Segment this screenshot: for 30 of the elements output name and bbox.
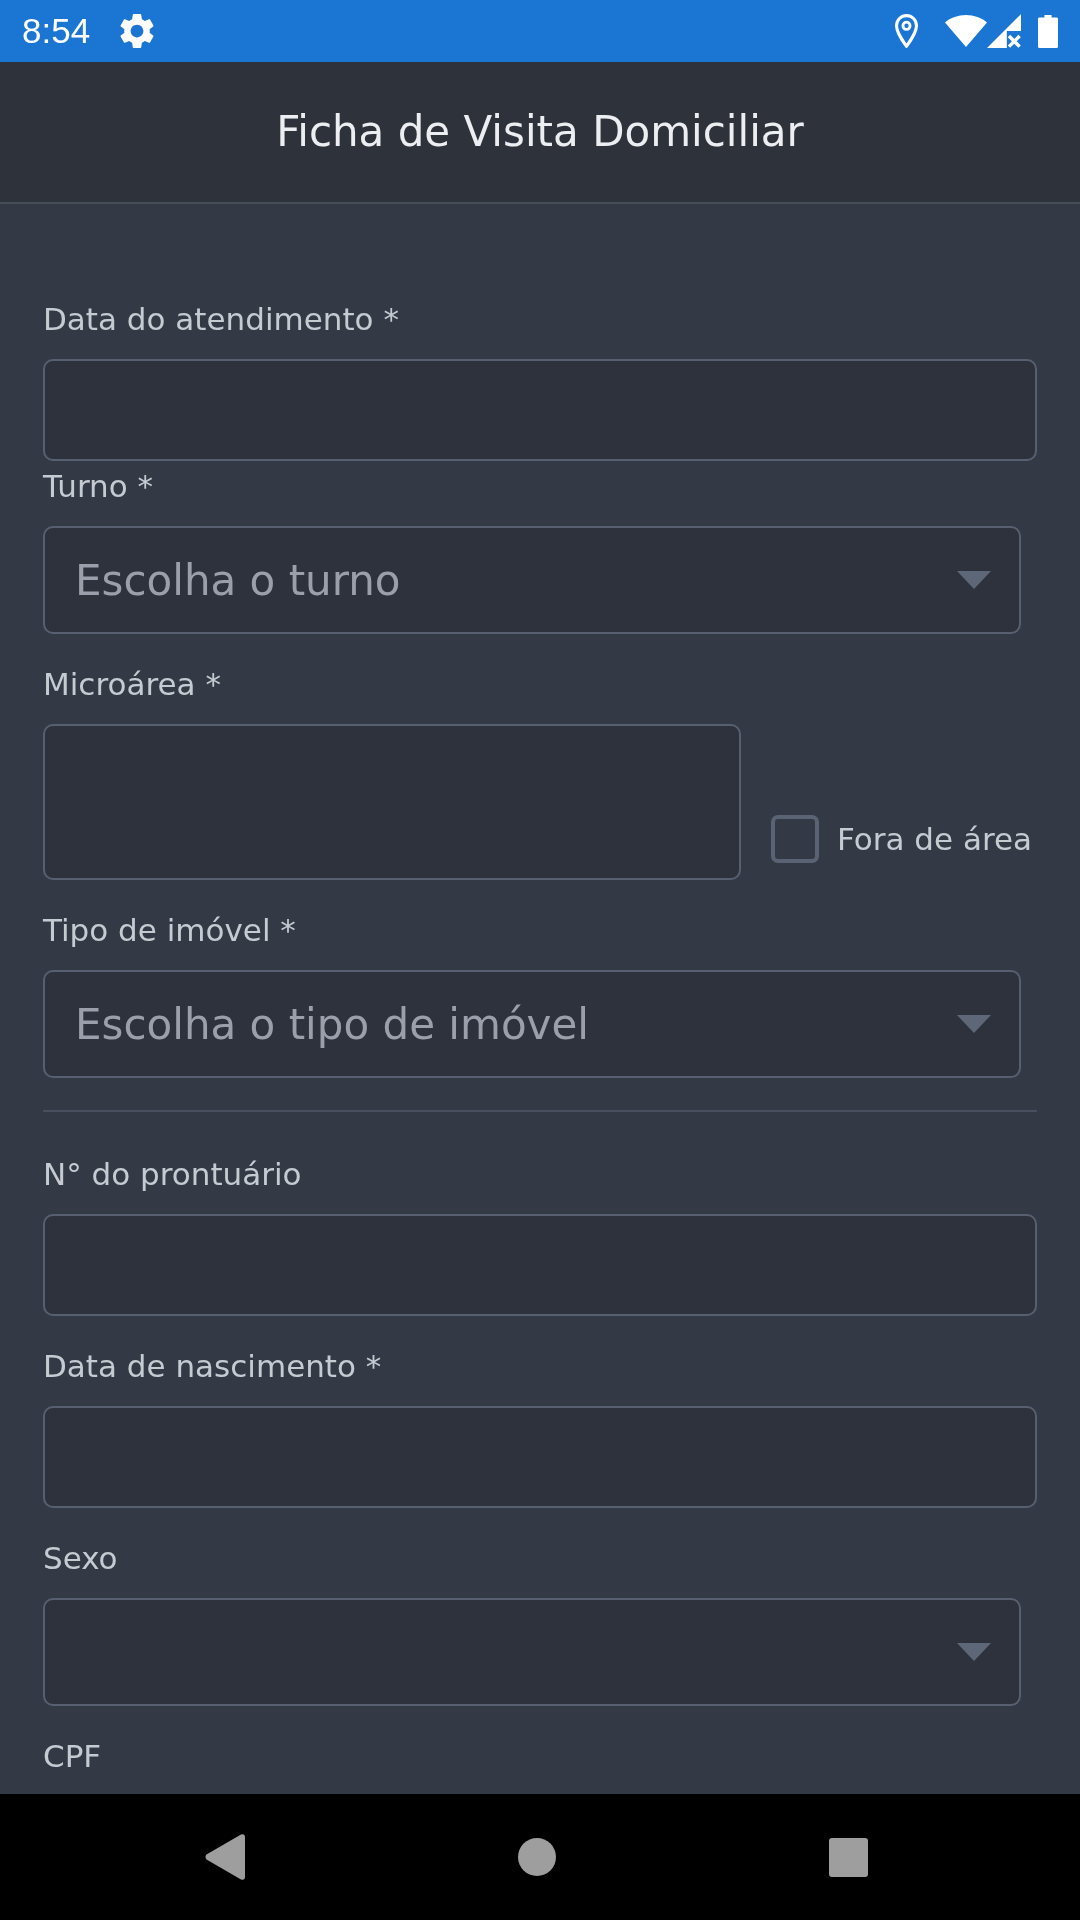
field-label: Turno *: [43, 468, 155, 504]
caret-icon: [957, 1643, 991, 1661]
page-title: Ficha de Visita Domiciliar: [276, 107, 804, 157]
field-label: CPF: [43, 1738, 103, 1774]
checkbox-label[interactable]: Fora de área: [837, 815, 1033, 863]
field-label: Sexo: [43, 1540, 119, 1576]
field-label: Tipo de imóvel *: [43, 912, 297, 948]
wifi-icon: [945, 15, 987, 47]
dropdown-field[interactable]: Escolha o tipo de imóvel: [43, 970, 1021, 1078]
home-icon[interactable]: [517, 1838, 556, 1876]
status-time: 8:54: [22, 11, 91, 51]
caret-icon: [957, 571, 991, 589]
checkbox[interactable]: [771, 815, 819, 863]
field-label: N° do prontuário: [43, 1156, 303, 1192]
caret-icon: [957, 1015, 991, 1033]
signal-icon: [987, 14, 1021, 48]
input-field[interactable]: [43, 1214, 1037, 1316]
input-field[interactable]: [43, 724, 741, 880]
back-icon[interactable]: [204, 1834, 245, 1880]
dropdown-field[interactable]: Escolha o turno: [43, 526, 1021, 634]
input-field[interactable]: [43, 1406, 1037, 1508]
dropdown-field[interactable]: [43, 1598, 1021, 1706]
field-label: Data de nascimento *: [43, 1348, 383, 1384]
input-field[interactable]: [43, 359, 1037, 461]
recent-apps-icon[interactable]: [828, 1837, 868, 1877]
field-label: Data do atendimento *: [43, 301, 400, 337]
battery-icon: [1038, 14, 1058, 48]
location-pin-icon: [895, 14, 918, 48]
settings-icon: [120, 14, 155, 48]
field-label: Microárea *: [43, 666, 222, 702]
